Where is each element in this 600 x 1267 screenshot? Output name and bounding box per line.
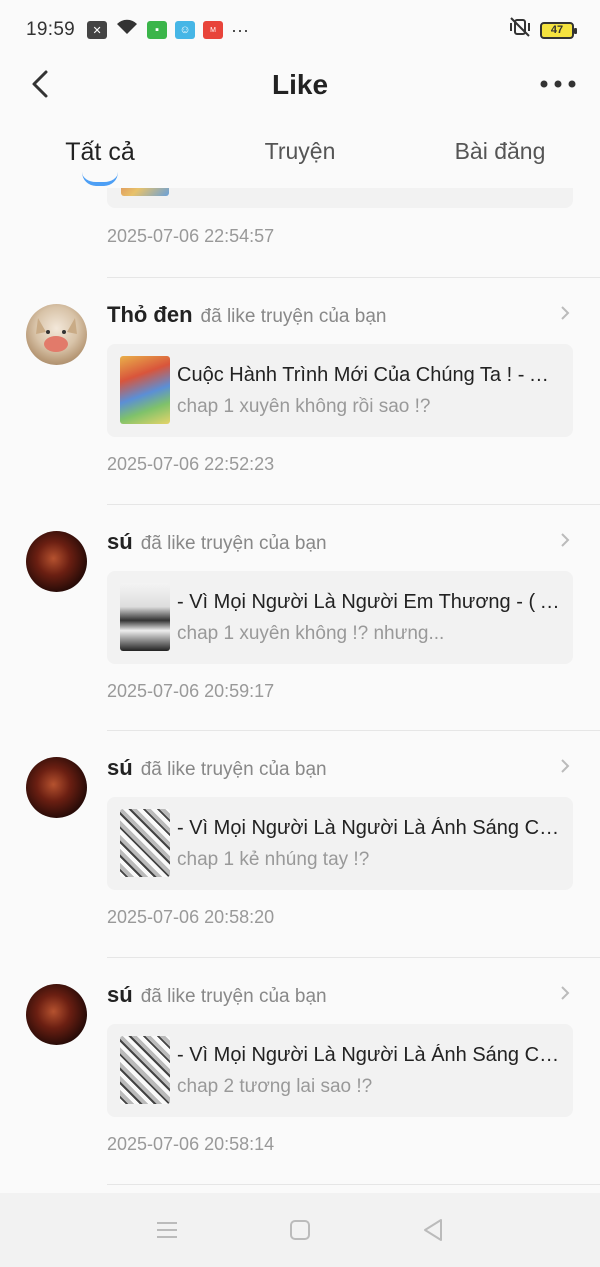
- triangle-back-icon: [424, 1219, 443, 1241]
- avatar[interactable]: [26, 304, 87, 365]
- back-button[interactable]: [22, 66, 58, 102]
- avatar[interactable]: [26, 984, 87, 1045]
- battery-indicator: 47: [540, 21, 577, 39]
- manga-app-icon: M: [203, 21, 224, 39]
- user-name[interactable]: sú: [107, 982, 133, 1008]
- story-thumbnail: [120, 809, 170, 877]
- avatar[interactable]: [26, 531, 87, 592]
- close-box-icon: ✕: [87, 21, 108, 39]
- chevron-right-icon[interactable]: [558, 759, 572, 773]
- chevron-right-icon[interactable]: [558, 533, 572, 547]
- chapter-title: chap 1 xuyên không rồi sao !?: [177, 396, 431, 417]
- user-line: sú đã like truyện của bạn: [107, 982, 327, 1008]
- story-thumbnail: [120, 583, 170, 651]
- chapter-title: chap 1 kẻ nhúng tay !?: [177, 849, 370, 870]
- tab-all-label: Tất cả: [65, 138, 135, 166]
- header: Like: [0, 60, 600, 110]
- more-options-button[interactable]: [538, 68, 578, 100]
- divider: [107, 1184, 600, 1185]
- list-item[interactable]: sú đã like truyện của bạn - Vì Mọi Người…: [0, 958, 600, 1185]
- tab-stories[interactable]: Truyện: [200, 128, 400, 188]
- user-line: sú đã like truyện của bạn: [107, 529, 327, 555]
- story-title: - Vì Mọi Người Là Người Em Thương - ( Al…: [177, 591, 562, 613]
- wifi-icon: [115, 18, 139, 42]
- status-right: 47: [508, 17, 577, 43]
- tab-posts[interactable]: Bài đăng: [400, 128, 600, 188]
- home-square-icon: [289, 1220, 310, 1240]
- status-more: ···: [231, 19, 250, 40]
- story-card[interactable]: Cuộc Hành Trình Mới Của Chúng Ta ! - All…: [107, 344, 573, 437]
- tab-bar: Tất cả Truyện Bài đăng: [0, 128, 600, 188]
- system-nav-bar: [0, 1193, 600, 1267]
- notification-time: 2025-07-06 22:54:57: [107, 226, 275, 246]
- story-title: - Vì Mọi Người Là Người Là Ánh Sáng Của.…: [177, 1044, 562, 1066]
- home-button[interactable]: [280, 1210, 320, 1250]
- tab-all[interactable]: Tất cả: [0, 128, 200, 188]
- chevron-right-icon[interactable]: [558, 986, 572, 1000]
- list-item[interactable]: Thỏ đen đã like truyện của bạn Cuộc Hành…: [0, 278, 600, 505]
- menu-button[interactable]: [147, 1210, 187, 1250]
- partial-story-card[interactable]: [107, 188, 573, 208]
- story-thumbnail: [121, 188, 169, 196]
- chapter-title: chap 1 xuyên không !? nhưng...: [177, 623, 445, 644]
- app-blue-icon: ☺: [175, 21, 196, 39]
- user-name[interactable]: sú: [107, 755, 133, 781]
- status-icons: ✕ ▪ ☺ M ···: [87, 18, 249, 42]
- story-title: Cuộc Hành Trình Mới Của Chúng Ta ! - All…: [177, 364, 562, 386]
- notification-time: 2025-07-06 22:52:23: [107, 454, 275, 474]
- tab-active-indicator: [82, 172, 118, 186]
- status-time: 19:59: [26, 19, 76, 40]
- menu-icon: [156, 1222, 177, 1238]
- user-line: sú đã like truyện của bạn: [107, 755, 327, 781]
- list-item[interactable]: sú đã like truyện của bạn - Vì Mọi Người…: [0, 731, 600, 958]
- notification-list: 2025-07-06 22:54:57 Thỏ đen đã like truy…: [0, 188, 600, 1193]
- screen: 19:59 ✕ ▪ ☺ M ··· 47 Like Tất cả Truyện …: [0, 0, 600, 1267]
- action-text: đã like truyện của bạn: [200, 306, 387, 327]
- more-dots-icon: [540, 80, 576, 88]
- tab-stories-label: Truyện: [264, 138, 336, 164]
- user-name[interactable]: sú: [107, 529, 133, 555]
- story-card[interactable]: - Vì Mọi Người Là Người Là Ánh Sáng Của.…: [107, 797, 573, 890]
- action-text: đã like truyện của bạn: [140, 533, 327, 554]
- chevron-right-icon[interactable]: [558, 306, 572, 320]
- mute-vibrate-icon: [508, 17, 532, 43]
- notification-time: 2025-07-06 20:59:17: [107, 681, 275, 701]
- story-card[interactable]: - Vì Mọi Người Là Người Em Thương - ( Al…: [107, 571, 573, 664]
- notification-time: 2025-07-06 20:58:14: [107, 1134, 275, 1154]
- chapter-title: chap 2 tương lai sao !?: [177, 1076, 373, 1097]
- story-card[interactable]: - Vì Mọi Người Là Người Là Ánh Sáng Của.…: [107, 1024, 573, 1117]
- story-thumbnail: [120, 356, 170, 424]
- list-item[interactable]: sú đã like truyện của bạn - Vì Mọi Người…: [0, 505, 600, 732]
- avatar[interactable]: [26, 757, 87, 818]
- cat-avatar-image: [36, 318, 77, 352]
- notification-time: 2025-07-06 20:58:20: [107, 907, 275, 927]
- tab-posts-label: Bài đăng: [454, 138, 546, 164]
- nav-back-button[interactable]: [413, 1210, 453, 1250]
- page-title: Like: [271, 69, 329, 100]
- app-green-icon: ▪: [147, 21, 168, 39]
- status-bar: 19:59 ✕ ▪ ☺ M ··· 47: [0, 0, 600, 60]
- story-thumbnail: [120, 1036, 170, 1104]
- user-line: Thỏ đen đã like truyện của bạn: [107, 302, 386, 328]
- action-text: đã like truyện của bạn: [140, 986, 327, 1007]
- user-name[interactable]: Thỏ đen: [107, 302, 193, 328]
- story-title: - Vì Mọi Người Là Người Là Ánh Sáng Của.…: [177, 817, 562, 839]
- chevron-left-icon: [32, 70, 48, 98]
- action-text: đã like truyện của bạn: [140, 759, 327, 780]
